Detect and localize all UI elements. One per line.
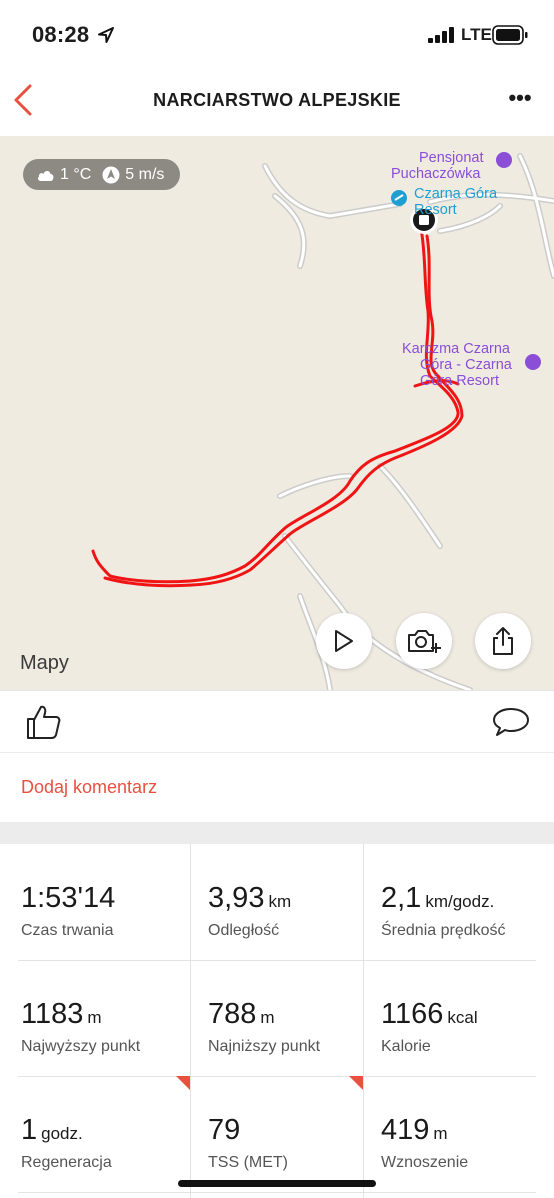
play-replay-button[interactable] — [316, 613, 372, 669]
stat-ascent[interactable]: 419 m Wznoszenie — [381, 1076, 553, 1192]
stat-value: 79 — [208, 1114, 241, 1146]
poi-label: Resort — [414, 202, 457, 218]
section-divider — [0, 822, 554, 844]
stat-highest-point[interactable]: 1183 m Najwyższy punkt — [21, 960, 193, 1076]
wind-direction-icon — [102, 166, 120, 183]
poi-label: Pensjonat — [419, 150, 484, 166]
poi-label: Czarna Góra — [414, 186, 498, 202]
poi-pensjonat[interactable]: Pensjonat Puchaczówka — [391, 150, 484, 182]
route-track — [91, 226, 464, 588]
stat-calories[interactable]: 1166 kcal Kalorie — [381, 960, 553, 1076]
stat-value: 1166 kcal — [381, 998, 478, 1030]
stat-label: Wznoszenie — [381, 1154, 469, 1171]
nav-bar: NARCIARSTWO ALPEJSKIE ••• — [0, 70, 554, 136]
stat-recovery[interactable]: 1 godz. Regeneracja — [21, 1076, 193, 1192]
stat-avg-speed[interactable]: 2,1 km/godz. Średnia prędkość — [381, 844, 553, 960]
add-comment-link[interactable]: Dodaj komentarz — [21, 777, 157, 798]
comment-icon[interactable] — [492, 706, 530, 738]
poi-label: Góra Resort — [420, 373, 499, 389]
battery-icon — [492, 25, 528, 45]
stat-label: Najwyższy punkt — [21, 1038, 141, 1055]
stat-lowest-point[interactable]: 788 m Najniższy punkt — [208, 960, 380, 1076]
home-indicator[interactable] — [178, 1180, 376, 1187]
weather-badge: 1 °C 5 m/s — [23, 159, 180, 190]
like-icon[interactable] — [24, 703, 62, 741]
share-icon — [493, 627, 513, 655]
status-time: 08:28 — [32, 22, 90, 47]
stat-value: 1:53'14 — [21, 882, 116, 914]
poi-karczma[interactable]: Karczma Czarna Góra - Czarna Góra Resort — [402, 341, 512, 389]
cloud-icon — [37, 170, 54, 181]
stat-value: 3,93 km — [208, 882, 292, 914]
restaurant-icon — [525, 354, 541, 370]
stat-label: Czas trwania — [21, 922, 114, 939]
stat-value: 419 m — [381, 1114, 448, 1146]
stat-label: Kalorie — [381, 1038, 431, 1055]
map-roads — [91, 152, 554, 690]
temperature-text: 1 °C — [60, 165, 92, 183]
maps-attribution: Mapy — [20, 652, 69, 675]
location-arrow-icon — [98, 27, 114, 43]
stat-label: Regeneracja — [21, 1154, 112, 1171]
route-map[interactable]: 1 °C 5 m/s Pensjonat Puchaczówka Czarna … — [0, 136, 554, 690]
stat-tss[interactable]: 79 TSS (MET) — [208, 1076, 380, 1192]
wind-text: 5 m/s — [125, 165, 165, 183]
stat-distance[interactable]: 3,93 km Odległość — [208, 844, 380, 960]
poi-label: Puchaczówka — [391, 166, 481, 182]
stat-label: Średnia prędkość — [381, 922, 506, 939]
stat-duration[interactable]: 1:53'14 Czas trwania — [21, 844, 193, 960]
stat-label: Najniższy punkt — [208, 1038, 321, 1055]
page-title: NARCIARSTWO ALPEJSKIE — [153, 90, 401, 110]
signal-icon — [428, 27, 454, 43]
play-icon — [335, 630, 353, 652]
poi-czarna-gora-resort[interactable]: Czarna Góra Resort — [414, 186, 497, 218]
stat-value: 2,1 km/godz. — [381, 882, 495, 914]
stat-label: Odległość — [208, 922, 280, 939]
stat-value: 1183 m — [21, 998, 102, 1030]
hotel-icon — [496, 152, 512, 168]
more-options-button[interactable]: ••• — [506, 86, 534, 110]
stat-value: 1 godz. — [21, 1114, 83, 1146]
poi-label: Karczma Czarna — [402, 341, 510, 357]
network-type: LTE — [461, 25, 492, 44]
camera-plus-icon — [408, 630, 441, 653]
add-photo-button[interactable] — [396, 613, 452, 669]
action-bar — [0, 690, 554, 752]
maps-attribution-text: Mapy — [20, 652, 69, 674]
status-bar: 08:28 LTE — [0, 0, 554, 70]
grid-divider — [18, 1192, 536, 1193]
poi-label: Góra - Czarna — [420, 357, 512, 373]
stat-label: TSS (MET) — [208, 1154, 288, 1171]
share-button[interactable] — [475, 613, 531, 669]
stat-value: 788 m — [208, 998, 275, 1030]
add-comment-row[interactable]: Dodaj komentarz — [0, 752, 554, 822]
